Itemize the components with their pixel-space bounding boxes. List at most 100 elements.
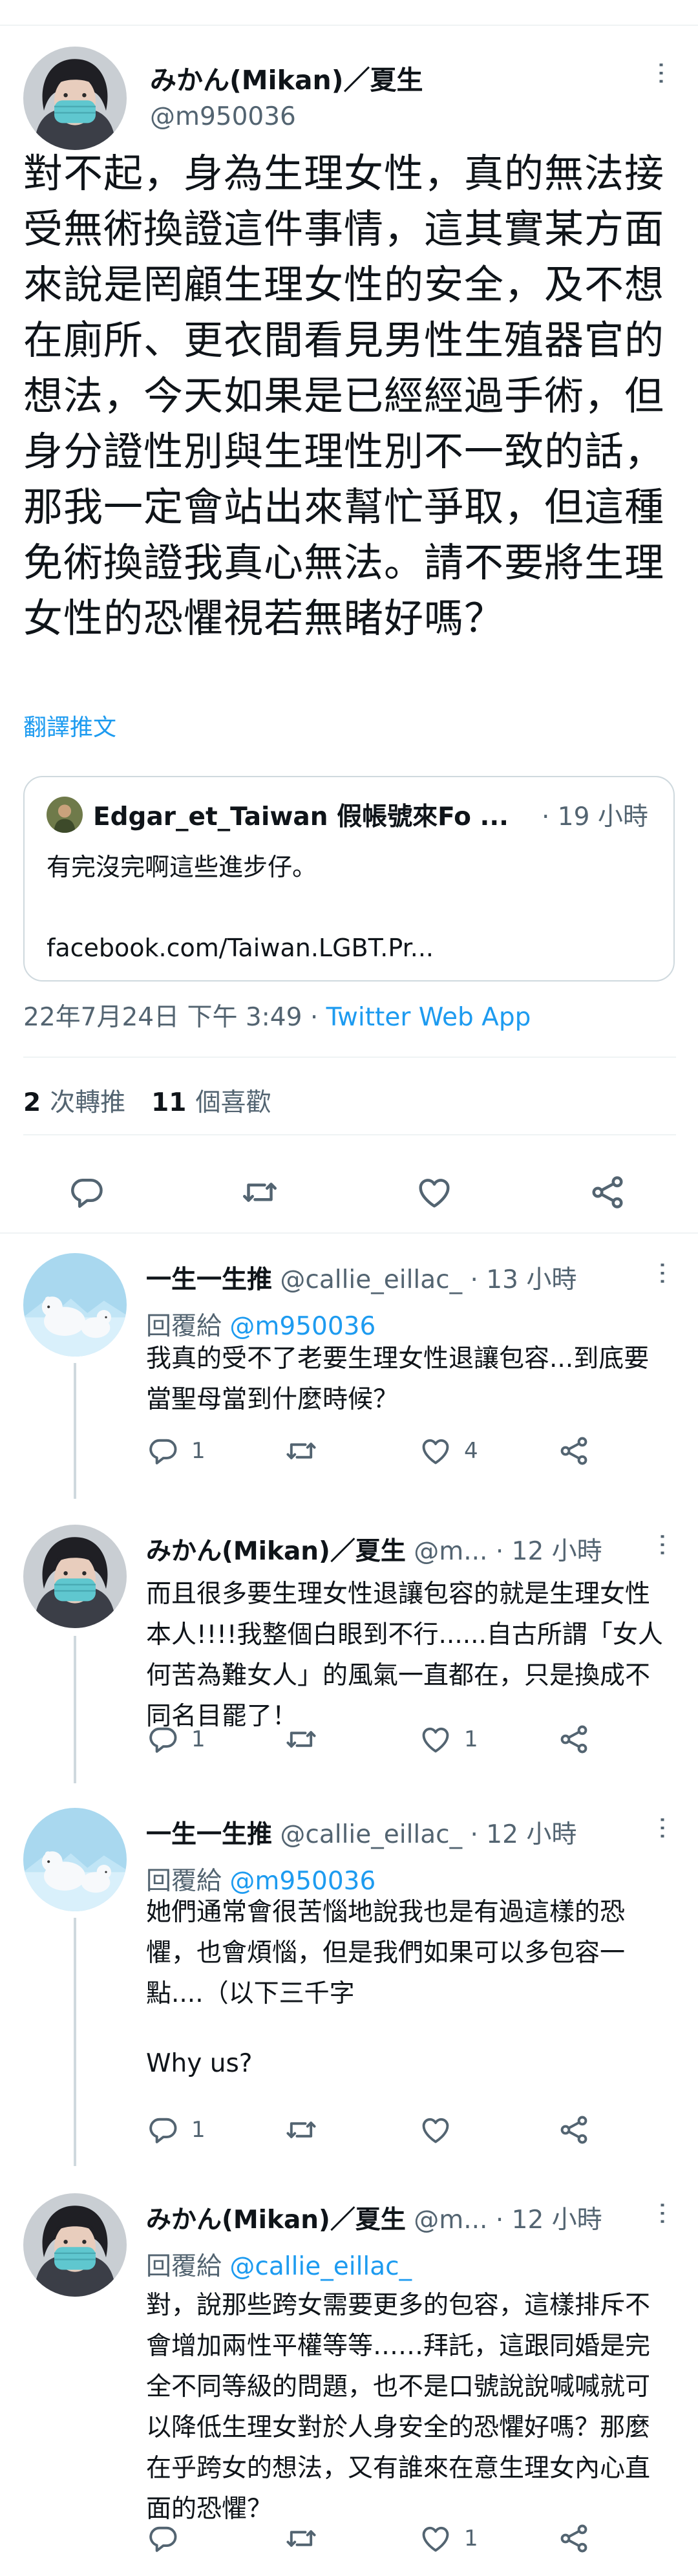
replying-to-handle[interactable]: @callie_eillac_	[229, 2252, 412, 2281]
retweet-button[interactable]	[284, 2522, 330, 2555]
reply-time[interactable]: · 13 小時	[471, 1265, 577, 1294]
share-button[interactable]	[557, 2113, 591, 2147]
reply-icon	[146, 2113, 180, 2147]
top-border	[0, 0, 698, 26]
share-button[interactable]	[557, 1723, 591, 1756]
share-button[interactable]	[588, 1173, 627, 1212]
like-button[interactable]: 1	[419, 1723, 478, 1756]
reply-button[interactable]	[67, 1173, 106, 1212]
like-button[interactable]	[419, 2113, 464, 2147]
author-handle[interactable]: @m...	[414, 1537, 487, 1566]
like-button[interactable]: 4	[419, 1434, 478, 1468]
replying-to-handle[interactable]: @m950036	[229, 1312, 375, 1341]
author-name[interactable]: 一生一生推	[146, 1265, 272, 1294]
reply-icon	[146, 1723, 180, 1756]
reply-header: 一生一生推 @callie_eillac_ · 13 小時	[146, 1260, 576, 1296]
quoted-link[interactable]: facebook.com/Taiwan.LGBT.Pr...	[47, 934, 434, 962]
author-name[interactable]: みかん(Mikan)／夏生	[146, 2206, 406, 2235]
likes-label[interactable]: 個喜歡	[195, 1088, 271, 1117]
reply-button[interactable]	[146, 2522, 191, 2555]
retweets-count[interactable]: 2	[23, 1088, 41, 1117]
reply-count: 1	[191, 1438, 206, 1464]
tweet-timestamp[interactable]: 22年7月24日 下午 3:49 ·	[23, 1003, 326, 1032]
share-button[interactable]	[557, 2522, 591, 2555]
tweet-source[interactable]: Twitter Web App	[326, 1003, 531, 1032]
replying-to: 回覆給 @callie_eillac_	[146, 2252, 412, 2281]
avatar[interactable]	[23, 2193, 127, 2297]
author-name[interactable]: みかん(Mikan)／夏生	[150, 58, 423, 97]
like-icon	[419, 1434, 452, 1468]
more-icon[interactable]: ···	[647, 1532, 677, 1557]
like-button[interactable]: 1	[419, 2522, 478, 2555]
reply-count: 1	[191, 2117, 206, 2143]
author-handle[interactable]: @m950036	[150, 102, 296, 131]
author-name[interactable]: みかん(Mikan)／夏生	[146, 1537, 406, 1566]
more-icon[interactable]: ···	[647, 2201, 677, 2226]
more-icon[interactable]: ···	[646, 61, 675, 85]
translate-tweet-link[interactable]: 翻譯推文	[23, 709, 116, 742]
reply-time[interactable]: · 12 小時	[496, 2206, 602, 2235]
reply-time[interactable]: · 12 小時	[496, 1537, 602, 1566]
share-icon	[557, 1434, 591, 1468]
avatar[interactable]	[23, 47, 127, 150]
thread-line	[74, 1636, 76, 1783]
retweet-button[interactable]	[284, 1434, 330, 1468]
retweet-button[interactable]	[284, 1723, 330, 1756]
retweet-button[interactable]	[240, 1173, 279, 1212]
retweet-icon	[284, 2522, 318, 2555]
reply-count: 1	[191, 1726, 206, 1752]
reply-icon	[67, 1173, 106, 1212]
reply-text: 而且很多要生理女性退讓包容的就是生理女性本人!!!!我整個白眼到不行......…	[146, 1580, 663, 1731]
reply-header: みかん(Mikan)／夏生 @m... · 12 小時	[146, 2200, 602, 2236]
reply-icon	[146, 2522, 180, 2555]
tweet-text: 對不起，身為生理女性，真的無法接受無術換證這件事情，這其實某方面來說是罔顧生理女…	[23, 151, 665, 641]
quoted-author: Edgar_et_Taiwan 假帳號來Fo ...	[93, 802, 509, 832]
more-icon[interactable]: ···	[647, 1261, 677, 1285]
reply-tweet: 一生一生推 @callie_eillac_ · 13 小時 ··· 回覆給 @m…	[0, 1235, 698, 1507]
like-icon	[419, 2113, 452, 2147]
share-button[interactable]	[557, 1434, 591, 1468]
reply-icon	[146, 1434, 180, 1468]
reply-button[interactable]: 1	[146, 1723, 206, 1756]
thread-line	[74, 1363, 76, 1499]
quoted-text: 有完沒完啊這些進步仔。	[47, 853, 317, 881]
share-icon	[557, 2113, 591, 2147]
quoted-avatar	[47, 797, 83, 833]
reply-header: 一生一生推 @callie_eillac_ · 12 小時	[146, 1814, 576, 1851]
like-count: 1	[464, 2526, 478, 2551]
avatar[interactable]	[23, 1525, 127, 1628]
author-handle[interactable]: @m...	[414, 2206, 487, 2235]
quoted-time: · 19 小時	[542, 802, 648, 832]
engagement-stats: 2 次轉推 11 個喜歡	[23, 1082, 271, 1119]
retweet-icon	[284, 2113, 318, 2147]
likes-count[interactable]: 11	[151, 1088, 186, 1117]
reply-tweet: みかん(Mikan)／夏生 @m... · 12 小時 ··· 而且很多要生理女…	[0, 1507, 698, 1791]
avatar[interactable]	[23, 1808, 127, 1911]
retweets-label[interactable]: 次轉推	[50, 1088, 125, 1117]
like-count: 4	[464, 1438, 478, 1464]
like-icon	[419, 1723, 452, 1756]
share-icon	[557, 1723, 591, 1756]
tweet-meta: 22年7月24日 下午 3:49 · Twitter Web App	[23, 997, 531, 1033]
reply-button[interactable]: 1	[146, 2113, 206, 2147]
reply-header: みかん(Mikan)／夏生 @m... · 12 小時	[146, 1531, 602, 1567]
like-button[interactable]	[415, 1173, 454, 1212]
reply-tweet: 一生一生推 @callie_eillac_ · 12 小時 ··· 回覆給 @m…	[0, 1790, 698, 2178]
replying-to: 回覆給 @m950036	[146, 1312, 376, 1341]
author-handle[interactable]: @callie_eillac_	[280, 1820, 462, 1849]
like-icon	[415, 1173, 454, 1212]
avatar[interactable]	[23, 1253, 127, 1357]
author-handle[interactable]: @callie_eillac_	[280, 1265, 462, 1294]
reply-button[interactable]: 1	[146, 1434, 206, 1468]
reply-text: 她們通常會很苦惱地說我也是有過這樣的恐懼，也會煩惱，但是我們如果可以多包容一點.…	[146, 1898, 626, 2008]
quoted-tweet[interactable]: Edgar_et_Taiwan 假帳號來Fo ... · 19 小時 有完沒完啊…	[23, 776, 675, 982]
divider	[23, 1134, 676, 1135]
retweet-button[interactable]	[284, 2113, 330, 2147]
retweet-icon	[284, 1723, 318, 1756]
retweet-icon	[284, 1434, 318, 1468]
reply-text: 我真的受不了老要生理女性退讓包容...到底要當聖母當到什麼時候？	[146, 1344, 650, 1414]
reply-extra-text: Why us?	[146, 2049, 253, 2078]
more-icon[interactable]: ···	[647, 1816, 677, 1840]
reply-time[interactable]: · 12 小時	[471, 1820, 577, 1849]
author-name[interactable]: 一生一生推	[146, 1820, 272, 1849]
